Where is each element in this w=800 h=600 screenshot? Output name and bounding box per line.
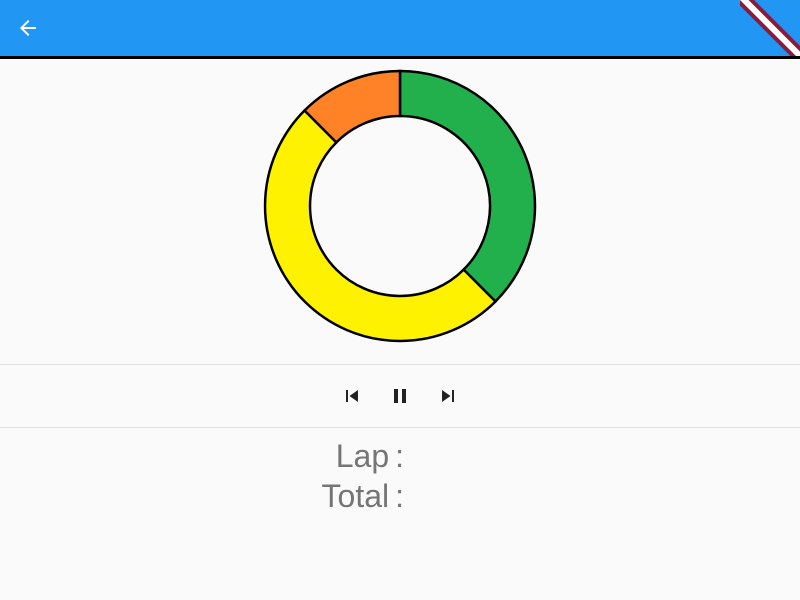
skip-next-icon (442, 390, 454, 402)
pause-icon (394, 389, 406, 403)
app-bar (0, 0, 800, 59)
playback-controls (0, 365, 800, 427)
donut-chart (263, 69, 537, 343)
lap-separator: : (395, 438, 404, 474)
skip-previous-icon (346, 390, 358, 402)
debug-banner (740, 0, 800, 56)
back-button[interactable] (8, 8, 48, 48)
lap-label: Lap (335, 438, 390, 474)
pause-button[interactable] (386, 382, 414, 410)
divider (0, 427, 800, 428)
total-row: Total: (322, 478, 404, 515)
previous-button[interactable] (338, 382, 366, 410)
arrow-back-icon (20, 20, 36, 36)
total-label: Total (321, 478, 390, 514)
donut-chart-area (0, 59, 800, 364)
donut-segment-2 (263, 108, 498, 343)
lap-row: Lap: (336, 438, 404, 475)
debug-banner-ribbon-icon (740, 0, 800, 56)
total-separator: : (395, 478, 404, 514)
donut-segment-1 (398, 69, 537, 304)
next-button[interactable] (434, 382, 462, 410)
